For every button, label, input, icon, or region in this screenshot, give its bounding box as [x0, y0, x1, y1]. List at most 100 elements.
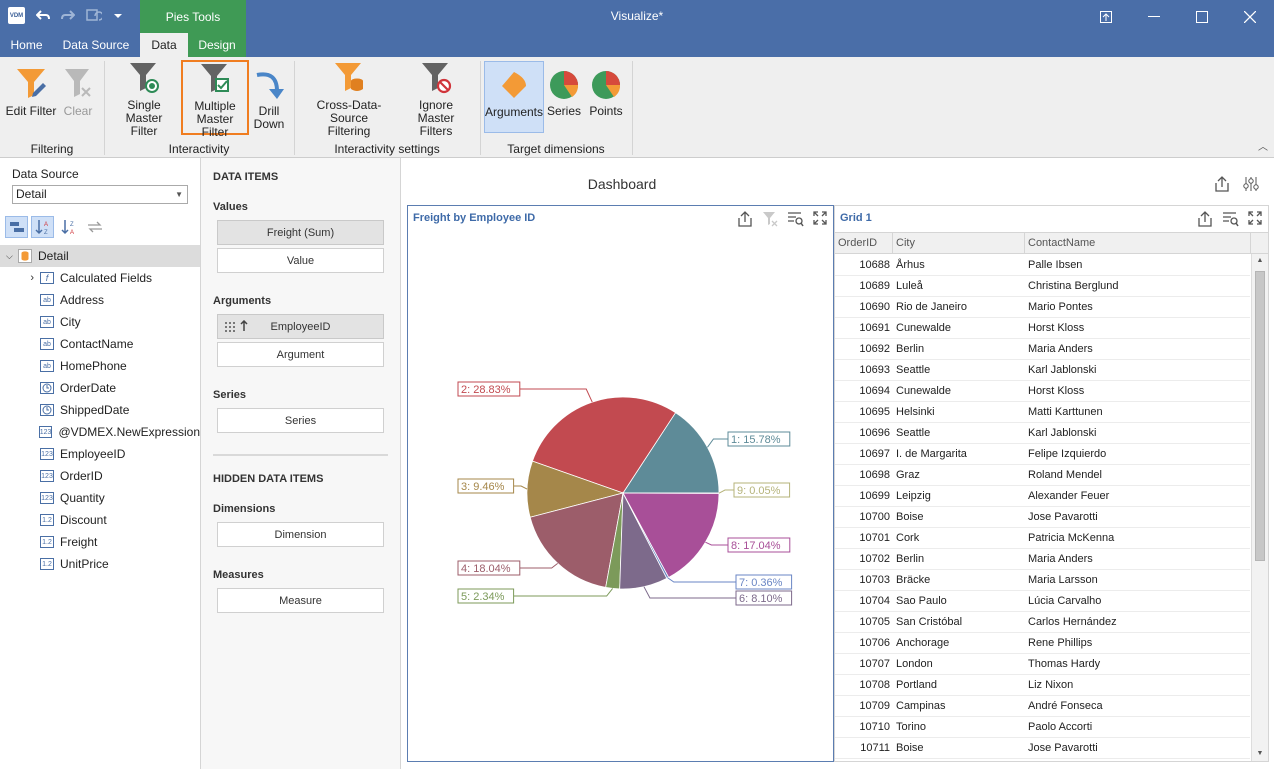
chevron-down-icon[interactable]: ⌵ [0, 251, 18, 262]
swap-icon[interactable] [83, 216, 106, 238]
minimize-button[interactable] [1130, 0, 1178, 33]
drill-down-button[interactable]: Drill Down [251, 61, 287, 137]
data-source-combo[interactable]: Detail ▼ [12, 185, 188, 204]
table-row[interactable]: 10706 Anchorage Rene Phillips [835, 633, 1250, 654]
table-row[interactable]: 10690 Rio de Janeiro Mario Pontes [835, 297, 1250, 318]
chevron-right-icon[interactable]: › [0, 272, 40, 284]
multiple-master-filter-button[interactable]: Multiple Master Filter [181, 60, 249, 139]
grid-handle-icon[interactable] [225, 322, 235, 335]
pie-chart-panel[interactable]: Freight by Employee ID 1: 15.78% 2: 28.83… [407, 205, 834, 762]
scroll-up-icon[interactable]: ▲ [1252, 254, 1268, 268]
sort-arrow-up-icon[interactable] [240, 319, 248, 335]
cell-city: Berlin [896, 343, 925, 355]
scroll-thumb[interactable] [1255, 271, 1265, 561]
table-row[interactable]: 10699 Leipzig Alexander Feuer [835, 486, 1250, 507]
field-item[interactable]: OrderDate [0, 377, 200, 399]
table-row[interactable]: 10695 Helsinki Matti Karttunen [835, 402, 1250, 423]
field-item[interactable]: ab Address [0, 289, 200, 311]
tab-design[interactable]: Design [188, 33, 246, 57]
table-row[interactable]: 10697 I. de Margarita Felipe Izquierdo [835, 444, 1250, 465]
tab-data[interactable]: Data [140, 33, 188, 57]
value-drop-target[interactable]: Value [217, 248, 384, 273]
parameters-icon[interactable] [1242, 176, 1260, 195]
export-icon[interactable] [1197, 211, 1213, 230]
cross-data-source-filtering-button[interactable]: Cross-Data-Source Filtering [300, 61, 398, 138]
clear-filter-button[interactable]: Clear [60, 61, 96, 137]
field-item[interactable]: 1.2 UnitPrice [0, 553, 200, 575]
table-row[interactable]: 10692 Berlin Maria Anders [835, 339, 1250, 360]
column-header-orderid[interactable]: OrderID [835, 233, 893, 254]
table-row[interactable]: 10700 Boise Jose Pavarotti [835, 507, 1250, 528]
grid-panel[interactable]: Grid 1 OrderID City ContactName 10688 Årh… [834, 205, 1269, 762]
table-row[interactable]: 10689 Luleå Christina Berglund [835, 276, 1250, 297]
table-row[interactable]: 10698 Graz Roland Mendel [835, 465, 1250, 486]
tab-home[interactable]: Home [0, 33, 53, 57]
single-master-filter-button[interactable]: Single Master Filter [110, 61, 178, 138]
group-label-target-dimensions: Target dimensions [507, 142, 605, 156]
table-row[interactable]: 10703 Bräcke Maria Larsson [835, 570, 1250, 591]
cell-contactname: Patricia McKenna [1028, 532, 1115, 544]
table-row[interactable]: 10688 Århus Palle Ibsen [835, 255, 1250, 276]
table-row[interactable]: 10691 Cunewalde Horst Kloss [835, 318, 1250, 339]
tab-data-source[interactable]: Data Source [53, 33, 139, 57]
ignore-master-filters-button[interactable]: Ignore Master Filters [400, 61, 472, 138]
ribbon-display-options-icon[interactable] [1082, 0, 1130, 33]
column-header-city[interactable]: City [893, 233, 1025, 254]
table-row[interactable]: 10707 London Thomas Hardy [835, 654, 1250, 675]
cell-orderid: 10699 [859, 490, 890, 502]
table-row[interactable]: 10704 Sao Paulo Lúcia Carvalho [835, 591, 1250, 612]
measures-label: Measures [213, 569, 264, 581]
table-row[interactable]: 10702 Berlin Maria Anders [835, 549, 1250, 570]
export-icon[interactable] [1214, 176, 1230, 195]
grid-scrollbar[interactable]: ▲ ▼ [1251, 254, 1268, 761]
field-item[interactable]: 1.2 Freight [0, 531, 200, 553]
pie-chart[interactable]: 1: 15.78% 2: 28.83% 3: 9.46% 4: 18.04% 5: 2.… [408, 206, 833, 761]
table-row[interactable]: 10701 Cork Patricia McKenna [835, 528, 1250, 549]
table-row[interactable]: 10705 San Cristóbal Carlos Hernández [835, 612, 1250, 633]
target-points-button[interactable]: Points [587, 61, 625, 137]
target-series-button[interactable]: Series [545, 61, 583, 137]
cell-orderid: 10694 [859, 385, 890, 397]
sort-descending-button[interactable]: ZA [57, 216, 80, 238]
field-item[interactable]: 123 Quantity [0, 487, 200, 509]
field-item[interactable]: › f Calculated Fields [0, 267, 200, 289]
tree-root-detail[interactable]: ⌵ Detail [0, 245, 200, 267]
table-row[interactable]: 10710 Torino Paolo Accorti [835, 717, 1250, 738]
cell-city: Rio de Janeiro [896, 301, 967, 313]
close-button[interactable] [1226, 0, 1274, 33]
filter-search-icon[interactable] [1222, 211, 1239, 230]
field-item[interactable]: ab HomePhone [0, 355, 200, 377]
field-item[interactable]: 123 @VDMEX.NewExpression [0, 421, 200, 443]
sort-ascending-button[interactable]: AZ [31, 216, 54, 238]
table-row[interactable]: 10696 Seattle Karl Jablonski [835, 423, 1250, 444]
target-arguments-button[interactable]: Arguments [484, 61, 544, 133]
table-row[interactable]: 10709 Campinas André Fonseca [835, 696, 1250, 717]
table-row[interactable]: 10711 Boise Jose Pavarotti [835, 738, 1250, 759]
field-item[interactable]: 123 EmployeeID [0, 443, 200, 465]
table-row[interactable]: 10694 Cunewalde Horst Kloss [835, 381, 1250, 402]
group-by-type-button[interactable] [5, 216, 28, 238]
field-item[interactable]: ab ContactName [0, 333, 200, 355]
collapse-ribbon-icon[interactable]: ︿ [1258, 138, 1268, 153]
edit-filter-button[interactable]: Edit Filter [4, 61, 58, 137]
series-drop-target[interactable]: Series [217, 408, 384, 433]
argument-item-employeeid[interactable]: EmployeeID [217, 314, 384, 339]
dimension-drop-target[interactable]: Dimension [217, 522, 384, 547]
maximize-icon[interactable] [1248, 211, 1262, 230]
cell-city: Portland [896, 679, 937, 691]
measure-drop-target[interactable]: Measure [217, 588, 384, 613]
text-field-icon: ab [40, 360, 54, 372]
field-item[interactable]: 1.2 Discount [0, 509, 200, 531]
svg-text:A: A [44, 222, 48, 228]
scroll-down-icon[interactable]: ▼ [1252, 747, 1268, 761]
maximize-button[interactable] [1178, 0, 1226, 33]
table-row[interactable]: 10708 Portland Liz Nixon [835, 675, 1250, 696]
value-item-freight[interactable]: Freight (Sum) [217, 220, 384, 245]
field-item[interactable]: ab City [0, 311, 200, 333]
cell-contactname: Palle Ibsen [1028, 259, 1083, 271]
field-item[interactable]: 123 OrderID [0, 465, 200, 487]
table-row[interactable]: 10693 Seattle Karl Jablonski [835, 360, 1250, 381]
field-item[interactable]: ShippedDate [0, 399, 200, 421]
column-header-contactname[interactable]: ContactName [1025, 233, 1251, 254]
argument-drop-target[interactable]: Argument [217, 342, 384, 367]
